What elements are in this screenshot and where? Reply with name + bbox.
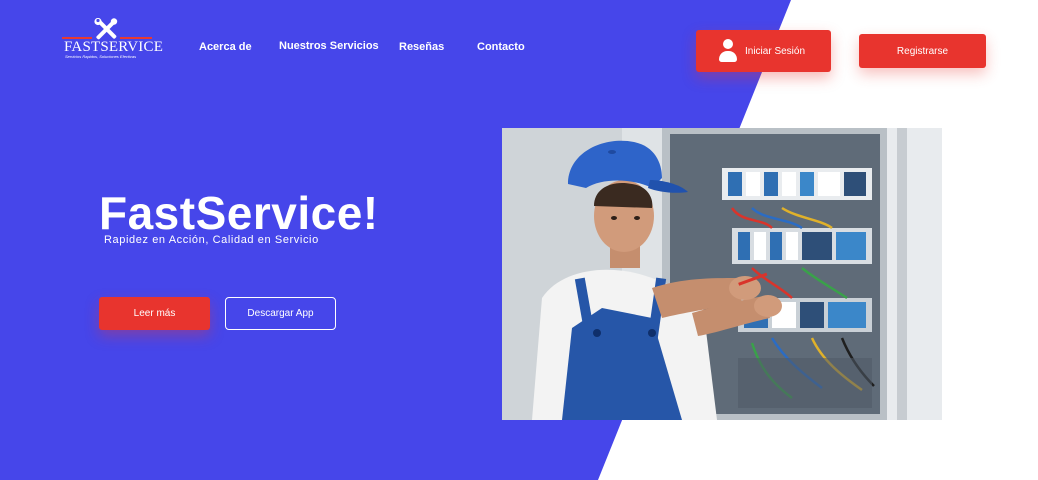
- logo-tagline: Servicios Rapidos, Soluciones Efectivas: [65, 54, 137, 59]
- hero-title: FastService!: [99, 187, 379, 239]
- login-button-label: Iniciar Sesión: [745, 45, 806, 57]
- landing-page: FASTSERVICE Servicios Rapidos, Solucione…: [0, 0, 1038, 480]
- brand-logo[interactable]: FASTSERVICE Servicios Rapidos, Solucione…: [62, 18, 163, 62]
- hero-subtitle: Rapidez en Acción, Calidad en Servicio: [104, 234, 319, 246]
- nav-item-servicios[interactable]: Nuestros Servicios: [279, 40, 379, 52]
- read-more-button[interactable]: Leer más: [99, 297, 210, 330]
- nav-item-acerca-de[interactable]: Acerca de: [199, 41, 252, 53]
- nav-item-resenas[interactable]: Reseñas: [399, 41, 444, 53]
- login-button[interactable]: Iniciar Sesión: [696, 30, 831, 72]
- user-icon: [718, 39, 738, 63]
- nav-item-contacto[interactable]: Contacto: [477, 41, 525, 53]
- register-button[interactable]: Registrarse: [859, 34, 986, 68]
- download-app-button[interactable]: Descargar App: [225, 297, 336, 330]
- wrench-screwdriver-icon: [94, 18, 118, 40]
- hero-image-electrician: [502, 128, 942, 420]
